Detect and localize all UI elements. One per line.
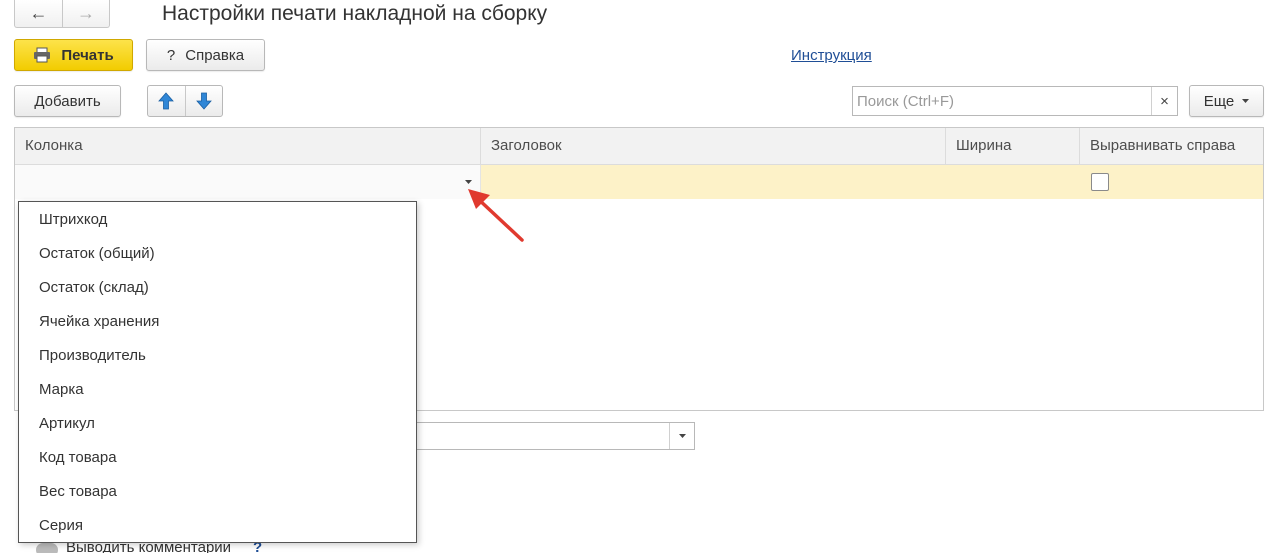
- list-item[interactable]: Марка: [19, 373, 416, 407]
- list-item[interactable]: Серия: [19, 509, 416, 543]
- add-label: Добавить: [34, 92, 101, 110]
- move-buttons: [147, 85, 223, 117]
- history-nav: ← →: [14, 0, 110, 28]
- list-item[interactable]: Штрихкод: [19, 203, 416, 237]
- add-button[interactable]: Добавить: [14, 85, 121, 117]
- arrow-up-icon: [158, 92, 175, 110]
- annotation-arrow-icon: [468, 189, 524, 242]
- printer-icon: [34, 47, 51, 63]
- chevron-down-icon: [678, 434, 686, 438]
- question-icon: ?: [166, 46, 176, 64]
- page-title: Настройки печати накладной на сборку: [162, 2, 548, 25]
- table-row[interactable]: [15, 165, 1263, 199]
- move-down-button[interactable]: [184, 86, 223, 116]
- column-dropdown-list: Штрихкод Остаток (общий) Остаток (склад)…: [18, 201, 417, 543]
- print-label: Печать: [61, 46, 114, 64]
- background-dropdown-button[interactable]: [669, 423, 694, 449]
- list-item[interactable]: Код товара: [19, 441, 416, 475]
- search-box: ×: [852, 86, 1178, 116]
- chevron-down-icon: [465, 180, 472, 184]
- background-select-field[interactable]: [400, 422, 695, 450]
- column-header-align-right[interactable]: Выравнивать справа: [1080, 128, 1265, 165]
- list-item[interactable]: Вес товара: [19, 475, 416, 509]
- list-item[interactable]: Остаток (склад): [19, 271, 416, 305]
- column-header-column[interactable]: Колонка: [15, 128, 481, 165]
- column-header-title[interactable]: Заголовок: [481, 128, 946, 165]
- more-label: Еще: [1203, 92, 1235, 110]
- instruction-link[interactable]: Инструкция: [791, 47, 872, 64]
- forward-button[interactable]: →: [61, 0, 109, 27]
- back-button[interactable]: ←: [15, 0, 62, 27]
- table-header: Колонка Заголовок Ширина Выравнивать спр…: [15, 128, 1263, 165]
- arrow-right-icon: →: [76, 3, 95, 23]
- move-up-button[interactable]: [148, 86, 185, 116]
- print-button[interactable]: Печать: [14, 39, 133, 71]
- arrow-down-icon: [195, 92, 212, 110]
- list-item[interactable]: Ячейка хранения: [19, 305, 416, 339]
- more-button[interactable]: Еще: [1189, 85, 1264, 117]
- list-item[interactable]: Остаток (общий): [19, 237, 416, 271]
- column-select-field[interactable]: [15, 165, 481, 199]
- search-input[interactable]: [853, 87, 1151, 115]
- list-item[interactable]: Производитель: [19, 339, 416, 373]
- comment-toggle[interactable]: [36, 543, 58, 553]
- clear-search-button[interactable]: ×: [1151, 87, 1177, 115]
- help-label: Справка: [185, 46, 245, 64]
- chevron-down-icon: [1242, 99, 1250, 103]
- list-item[interactable]: Артикул: [19, 407, 416, 441]
- align-right-checkbox[interactable]: [1091, 173, 1109, 191]
- column-header-width[interactable]: Ширина: [946, 128, 1080, 165]
- arrow-left-icon: ←: [29, 3, 48, 23]
- close-icon: ×: [1160, 92, 1169, 110]
- help-button[interactable]: ? Справка: [146, 39, 265, 71]
